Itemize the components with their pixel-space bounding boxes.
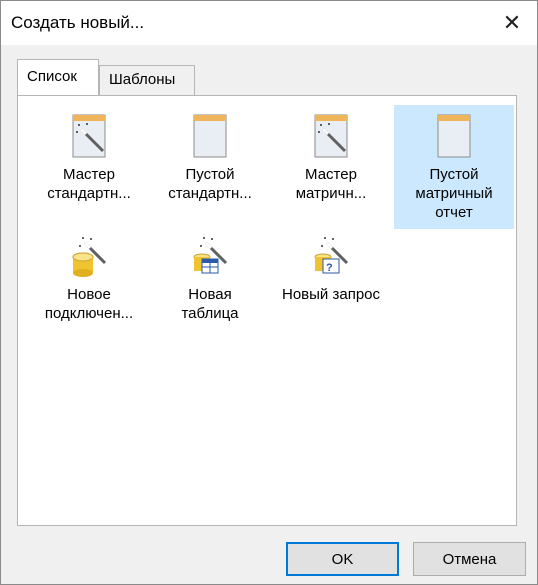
matrix-wizard-icon [314, 114, 348, 158]
list-item-blank-report[interactable]: Пустой стандартн... [150, 105, 270, 229]
title-bar: Создать новый... ✕ [1, 1, 537, 45]
cancel-button[interactable]: Отмена [413, 542, 526, 576]
icon-list: Мастер стандартн... Пустой стандартн... [19, 97, 517, 526]
tab-templates[interactable]: Шаблоны [99, 65, 195, 95]
database-connection-wizard-icon [72, 237, 107, 277]
list-item-label: Мастер стандартн... [47, 166, 131, 202]
list-item-label: Мастер матричн... [295, 166, 367, 202]
list-item-new-query[interactable]: ? Новый запрос [271, 225, 391, 349]
list-item-report-wizard[interactable]: Мастер стандартн... [29, 105, 149, 229]
list-item-label: Новое подключен... [44, 286, 134, 322]
new-item-panel: Мастер стандартн... Пустой стандартн... [17, 95, 517, 526]
list-item-label: Новая таблица [181, 286, 239, 322]
list-item-label: Пустой стандартн... [168, 166, 252, 202]
list-item-label: Новый запрос [282, 286, 380, 303]
query-wizard-icon: ? [314, 237, 349, 274]
close-icon[interactable]: ✕ [493, 7, 531, 39]
list-item-new-connection[interactable]: Новое подключен... [29, 225, 149, 349]
create-new-dialog: Создать новый... ✕ Список Шаблоны Мастер… [0, 0, 538, 585]
tab-list[interactable]: Список [17, 59, 99, 95]
ok-button[interactable]: OK [286, 542, 399, 576]
table-wizard-icon [193, 237, 228, 274]
blank-matrix-report-icon [437, 114, 471, 158]
list-item-blank-matrix-report[interactable]: Пустой матричный отчет [394, 105, 514, 229]
list-item-matrix-wizard[interactable]: Мастер матричн... [271, 105, 391, 229]
report-wizard-icon [72, 114, 106, 158]
svg-text:?: ? [326, 262, 333, 274]
blank-report-icon [193, 114, 227, 158]
list-item-label: Пустой матричный отчет [415, 166, 493, 221]
list-item-new-table[interactable]: Новая таблица [150, 225, 270, 349]
dialog-title: Создать новый... [11, 13, 145, 32]
